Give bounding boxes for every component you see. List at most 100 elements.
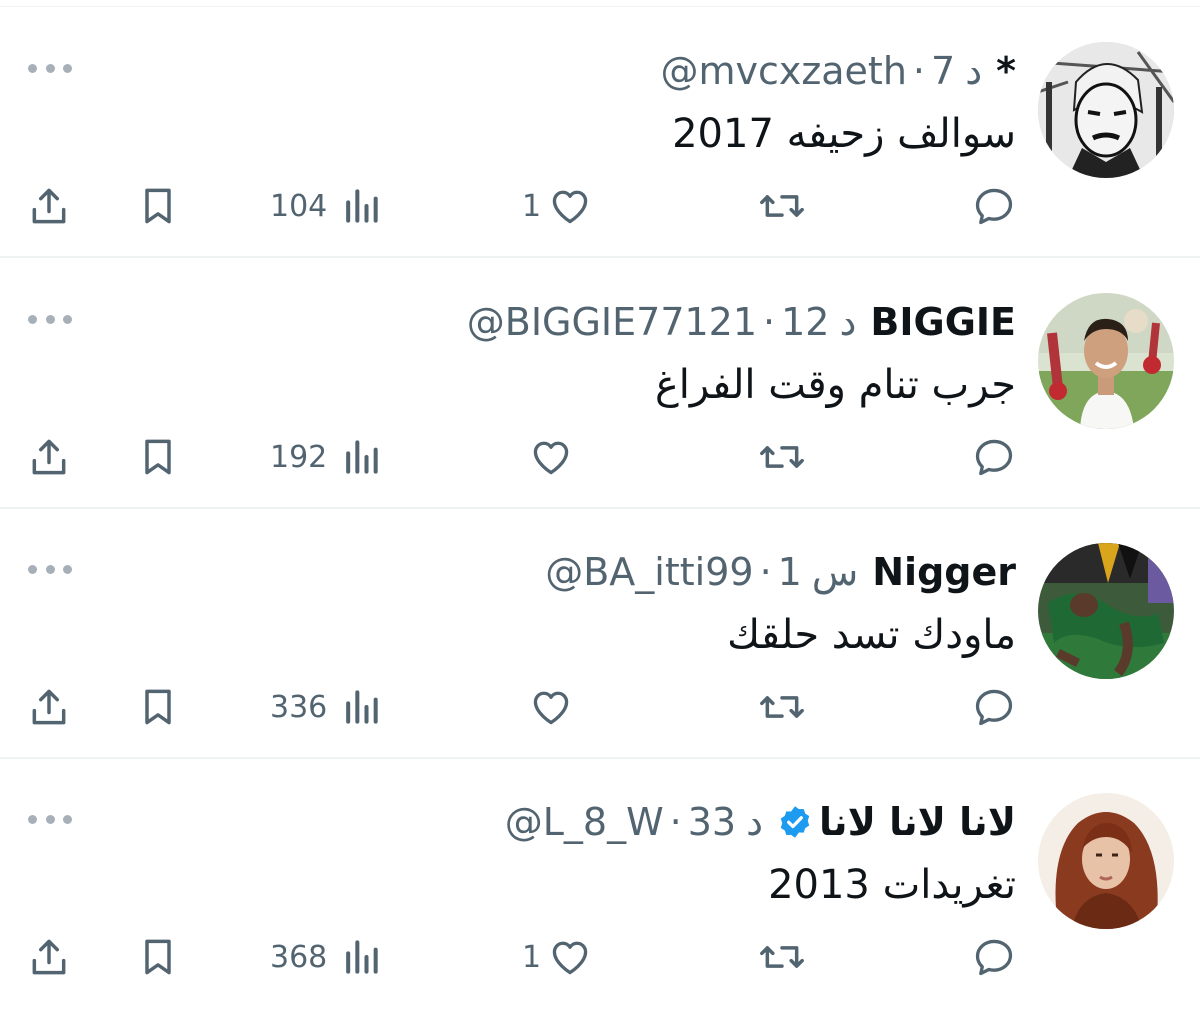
tweet-text: سوالف زحيفه 2017 <box>672 111 1016 157</box>
bookmark-icon <box>134 935 182 979</box>
retweet-icon <box>757 184 807 228</box>
tweet-header: لانا لانا لانا @L_8_W · 33 د <box>505 797 1016 847</box>
tweet-meta: @BIGGIE77121 · 12 د <box>467 297 857 347</box>
reply-button[interactable] <box>972 178 1016 234</box>
share-button[interactable] <box>26 679 72 735</box>
heart-icon <box>528 685 574 729</box>
avatar[interactable] <box>1038 42 1174 178</box>
like-button[interactable] <box>522 429 574 485</box>
time-unit: د <box>965 49 983 93</box>
share-button[interactable] <box>26 429 72 485</box>
retweet-button[interactable] <box>757 429 807 485</box>
avatar[interactable] <box>1038 293 1174 429</box>
view-count: 336 <box>270 689 328 725</box>
like-button[interactable]: 1 <box>522 929 593 985</box>
handle[interactable]: @mvcxzaeth <box>660 46 906 96</box>
views-icon <box>341 184 381 228</box>
view-count: 368 <box>270 939 328 975</box>
time-value[interactable]: 7 <box>931 46 955 96</box>
handle[interactable]: @L_8_W <box>505 797 664 847</box>
more-horizontal-icon[interactable] <box>28 60 72 76</box>
time-value[interactable]: 1 <box>778 547 802 597</box>
more-horizontal-icon[interactable] <box>28 561 72 577</box>
reply-button[interactable] <box>972 429 1016 485</box>
handle[interactable]: @BIGGIE77121 <box>467 297 757 347</box>
time-value[interactable]: 33 <box>688 797 736 847</box>
time-unit: س <box>811 550 859 594</box>
views-icon <box>341 685 381 729</box>
bookmark-icon <box>134 184 182 228</box>
tweet-item[interactable]: * @mvcxzaeth · 7 د سوالف زحيفه 2017 1 10… <box>0 8 1200 258</box>
retweet-icon <box>757 935 807 979</box>
views-button[interactable]: 368 <box>270 929 381 985</box>
bookmark-icon <box>134 685 182 729</box>
more-horizontal-icon[interactable] <box>28 311 72 327</box>
time-unit: د <box>839 300 857 344</box>
display-name[interactable]: BIGGIE <box>870 297 1016 347</box>
share-icon <box>26 935 72 979</box>
display-name[interactable]: لانا لانا لانا <box>819 797 1016 847</box>
more-horizontal-icon[interactable] <box>28 811 72 827</box>
bookmark-button[interactable] <box>134 929 182 985</box>
share-button[interactable] <box>26 178 72 234</box>
heart-icon <box>528 435 574 479</box>
retweet-button[interactable] <box>757 178 807 234</box>
bookmark-icon <box>134 435 182 479</box>
tweet-item[interactable]: BIGGIE @BIGGIE77121 · 12 د جرب تنام وقت … <box>0 259 1200 509</box>
tweet-meta: @BA_itti99 · 1 س <box>545 547 858 597</box>
tweet-meta: @L_8_W · 33 د <box>505 797 763 847</box>
time-value[interactable]: 12 <box>781 297 829 347</box>
avatar[interactable] <box>1038 793 1174 929</box>
retweet-button[interactable] <box>757 929 807 985</box>
bookmark-button[interactable] <box>134 679 182 735</box>
reply-button[interactable] <box>972 929 1016 985</box>
meta-separator: · <box>669 800 682 844</box>
retweet-icon <box>757 435 807 479</box>
reply-icon <box>972 935 1016 979</box>
meta-separator: · <box>912 49 926 93</box>
retweet-button[interactable] <box>757 679 807 735</box>
meta-separator: · <box>759 550 772 594</box>
like-count: 1 <box>522 939 542 975</box>
tweet-header: * @mvcxzaeth · 7 د <box>660 46 1016 96</box>
handle[interactable]: @BA_itti99 <box>545 547 753 597</box>
like-button[interactable] <box>522 679 574 735</box>
like-count: 1 <box>522 188 542 224</box>
meta-separator: · <box>763 300 776 344</box>
tweet-item[interactable]: Nigger @BA_itti99 · 1 س ماودك تسد حلقك 3… <box>0 509 1200 759</box>
reply-button[interactable] <box>972 679 1016 735</box>
view-count: 104 <box>270 188 328 224</box>
views-button[interactable]: 104 <box>270 178 381 234</box>
display-name[interactable]: * <box>996 46 1016 96</box>
tweet-divider <box>0 256 1200 258</box>
bookmark-button[interactable] <box>134 429 182 485</box>
share-button[interactable] <box>26 929 72 985</box>
like-button[interactable]: 1 <box>522 178 593 234</box>
top-divider <box>0 6 1200 7</box>
avatar[interactable] <box>1038 543 1174 679</box>
tweet-text: ماودك تسد حلقك <box>727 612 1016 658</box>
views-button[interactable]: 192 <box>270 429 381 485</box>
share-icon <box>26 685 72 729</box>
views-icon <box>341 935 381 979</box>
tweet-item[interactable]: لانا لانا لانا @L_8_W · 33 د تغريدات 201… <box>0 759 1200 1009</box>
reply-icon <box>972 435 1016 479</box>
views-button[interactable]: 336 <box>270 679 381 735</box>
display-name[interactable]: Nigger <box>872 547 1016 597</box>
tweet-meta: @mvcxzaeth · 7 د <box>660 46 982 96</box>
bookmark-button[interactable] <box>134 178 182 234</box>
verified-badge-icon <box>777 804 813 840</box>
heart-icon <box>547 184 593 228</box>
tweet-text: تغريدات 2013 <box>768 862 1016 908</box>
heart-icon <box>547 935 593 979</box>
tweet-header: BIGGIE @BIGGIE77121 · 12 د <box>467 297 1016 347</box>
share-icon <box>26 184 72 228</box>
share-icon <box>26 435 72 479</box>
views-icon <box>341 435 381 479</box>
reply-icon <box>972 184 1016 228</box>
view-count: 192 <box>270 439 328 475</box>
retweet-icon <box>757 685 807 729</box>
tweet-text: جرب تنام وقت الفراغ <box>654 362 1016 408</box>
time-unit: د <box>746 800 764 844</box>
tweet-header: Nigger @BA_itti99 · 1 س <box>545 547 1016 597</box>
